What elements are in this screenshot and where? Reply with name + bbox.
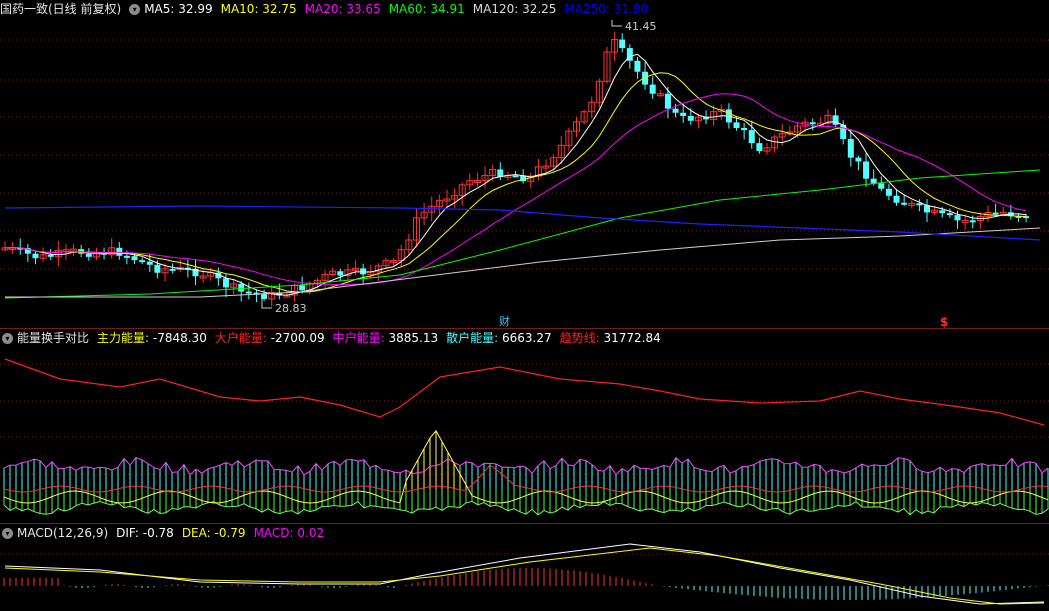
candle-down — [954, 215, 961, 221]
stock-chart-window: 国药一致(日线 前复权) ▾ MA5: 32.99 MA10: 32.75 MA20… — [0, 0, 1049, 611]
candle-down — [741, 127, 748, 131]
candle-down — [299, 285, 306, 291]
candle-down — [139, 260, 146, 263]
low-marker — [261, 298, 272, 309]
candle-down — [238, 283, 245, 292]
candle-down — [809, 122, 816, 125]
candle-down — [878, 183, 885, 189]
candle-down — [664, 93, 671, 109]
energy-panel[interactable] — [0, 329, 1049, 524]
candle-down — [245, 291, 252, 294]
candle-down — [733, 122, 740, 128]
candle-down — [756, 143, 763, 152]
candle-down — [649, 84, 656, 94]
candle-down — [893, 195, 900, 203]
dividend-marker: $ — [940, 315, 948, 329]
low-price-label: 28.83 — [275, 302, 307, 315]
ma20-line — [4, 93, 1027, 286]
candle-down — [855, 157, 862, 162]
candle-down — [146, 261, 153, 265]
candle-down — [748, 130, 755, 144]
ma60-line — [4, 169, 1041, 299]
financial-report-marker: 财 — [499, 314, 510, 328]
candle-down — [360, 268, 367, 275]
candle-down — [169, 268, 176, 271]
candle-down — [634, 60, 641, 72]
candle-down — [946, 213, 953, 216]
high-marker — [611, 20, 622, 27]
dif-line — [4, 543, 1045, 605]
candle-down — [222, 278, 229, 288]
high-price-label: 41.45 — [625, 20, 657, 33]
candle-down — [969, 220, 976, 223]
candle-down — [619, 39, 626, 49]
candle-down — [939, 210, 946, 214]
candle-down — [154, 264, 161, 273]
candle-down — [672, 108, 679, 113]
candle-down — [85, 253, 92, 257]
candle-down — [47, 254, 54, 257]
candle-down — [337, 271, 344, 276]
candle-down — [885, 188, 892, 196]
macd-panel[interactable] — [0, 524, 1049, 611]
candle-down — [870, 178, 877, 184]
candle-down — [32, 253, 39, 259]
kline-panel[interactable]: 41.45 28.83 财 $ — [0, 0, 1049, 330]
candle-down — [123, 255, 130, 258]
trend-line — [4, 358, 1045, 426]
candle-down — [687, 115, 694, 121]
ma5-line — [4, 53, 1027, 296]
candle-down — [832, 115, 839, 125]
dea-line — [4, 547, 1045, 605]
candle-down — [847, 138, 854, 158]
candle-down — [131, 256, 138, 261]
ma120-line — [5, 227, 1041, 298]
candle-down — [863, 161, 870, 179]
candle-down — [992, 212, 999, 215]
candle-down — [512, 175, 519, 178]
ma250-line — [4, 205, 1041, 241]
candle-down — [680, 112, 687, 116]
candle-down — [901, 202, 908, 205]
